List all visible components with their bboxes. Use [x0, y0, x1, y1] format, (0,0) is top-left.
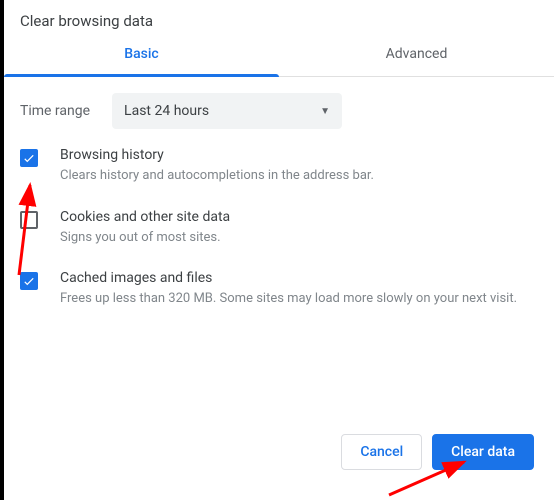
options-list: Browsing history Clears history and auto…	[4, 137, 554, 308]
option-desc: Clears history and autocompletions in th…	[60, 167, 538, 185]
option-title: Cached images and files	[60, 270, 538, 286]
check-icon	[22, 274, 36, 288]
checkbox-cookies[interactable]	[20, 211, 38, 229]
caret-down-icon: ▼	[320, 106, 330, 117]
tabs: Basic Advanced	[4, 34, 554, 77]
option-desc: Signs you out of most sites.	[60, 229, 538, 247]
option-cached: Cached images and files Frees up less th…	[20, 270, 538, 308]
option-desc: Frees up less than 320 MB. Some sites ma…	[60, 290, 538, 308]
option-browsing-history: Browsing history Clears history and auto…	[20, 147, 538, 185]
cancel-button[interactable]: Cancel	[341, 434, 422, 470]
time-range-selected: Last 24 hours	[124, 103, 209, 119]
footer-buttons: Cancel Clear data	[341, 434, 534, 470]
time-range-label: Time range	[20, 103, 90, 119]
time-range-dropdown[interactable]: Last 24 hours ▼	[112, 93, 342, 129]
clear-data-button[interactable]: Clear data	[432, 434, 534, 470]
option-cookies: Cookies and other site data Signs you ou…	[20, 209, 538, 247]
check-icon	[22, 151, 36, 165]
dialog-title: Clear browsing data	[4, 0, 554, 34]
clear-browsing-dialog: Clear browsing data Basic Advanced Time …	[0, 0, 554, 500]
tab-advanced[interactable]: Advanced	[279, 34, 554, 76]
time-range-row: Time range Last 24 hours ▼	[4, 77, 554, 137]
tab-basic[interactable]: Basic	[4, 34, 279, 76]
option-title: Cookies and other site data	[60, 209, 538, 225]
checkbox-cached[interactable]	[20, 272, 38, 290]
option-title: Browsing history	[60, 147, 538, 163]
checkbox-browsing-history[interactable]	[20, 149, 38, 167]
